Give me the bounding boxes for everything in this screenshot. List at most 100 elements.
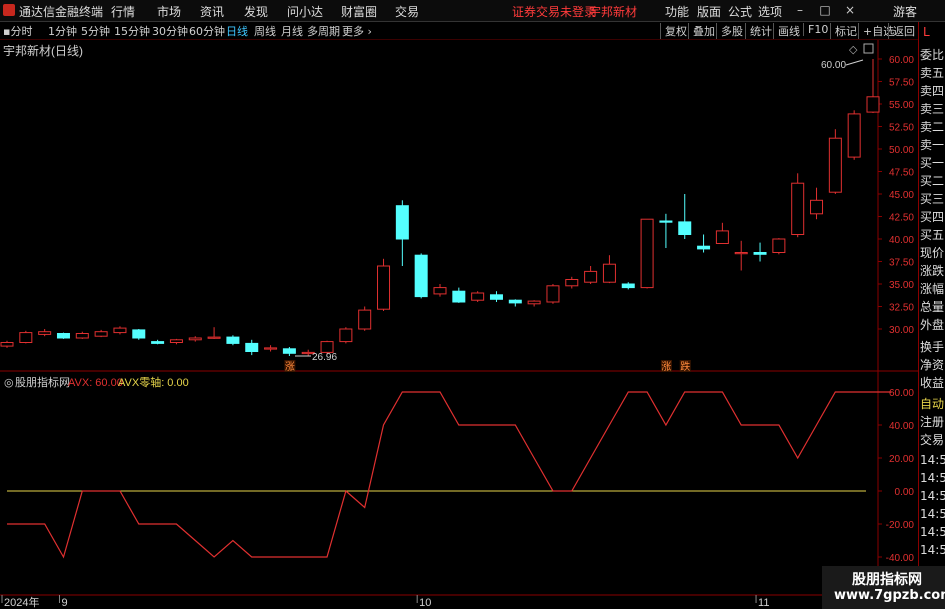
candle	[169, 339, 183, 343]
guest-label[interactable]: 游客	[893, 3, 917, 20]
period-5min[interactable]: 5分钟	[81, 23, 110, 39]
panel-auto[interactable]: 自动	[920, 396, 945, 413]
period-multi[interactable]: 多周期	[307, 23, 340, 39]
panel-trade[interactable]: 交易	[920, 432, 945, 449]
period-daily[interactable]: 日线	[226, 23, 248, 39]
panel-time-4: 14:56	[920, 507, 945, 521]
indicator-name[interactable]: 股朋指标网	[15, 375, 70, 389]
candle	[810, 199, 824, 215]
menu-gongshi[interactable]: 公式	[728, 3, 752, 20]
panel-register[interactable]: 注册	[920, 414, 945, 431]
tool-diejia[interactable]: 叠加	[688, 23, 715, 39]
kline-chart[interactable]: 宇邦新材(日线) ◇ 60.00 57.50 55.00 52.50 50.00 47.5…	[0, 40, 918, 609]
candle	[56, 333, 70, 339]
menu-shichang[interactable]: 市场	[157, 3, 181, 20]
candle	[94, 331, 108, 337]
tool-biaoji[interactable]: 标记	[830, 23, 857, 39]
panel-zhangfu: 涨幅	[920, 282, 945, 296]
avx-line	[7, 391, 892, 559]
menu-banmian[interactable]: 版面	[697, 3, 721, 20]
candles	[0, 59, 880, 357]
menu-wenxiaoda[interactable]: 问小达	[287, 3, 323, 20]
candle	[151, 341, 165, 344]
panel-jingzi: 净资	[920, 358, 945, 372]
candle	[414, 254, 428, 298]
app-title: 通达信金融终端	[19, 5, 104, 19]
chart-frame	[0, 40, 918, 596]
indicator-tick-label: 40.00	[889, 421, 914, 432]
candle	[546, 285, 560, 303]
close-icon[interactable]: ×	[841, 2, 859, 18]
tool-f10[interactable]: F10	[803, 23, 828, 36]
candle	[772, 238, 786, 253]
price-tick-label: 52.50	[889, 123, 914, 134]
indicator-tick-label: 0.00	[895, 487, 915, 498]
panel-buy5: 买五	[920, 228, 945, 242]
candle	[226, 336, 240, 344]
menu-xuanxiang[interactable]: 选项	[758, 3, 782, 20]
date-axis: 2024年 9 10 11	[1, 595, 769, 609]
panel-mai1: 卖一	[920, 138, 945, 152]
tool-fuquan[interactable]: 复权	[660, 23, 687, 39]
period-30min[interactable]: 30分钟	[152, 23, 188, 39]
candle	[791, 182, 805, 235]
period-monthly[interactable]: 月线	[281, 23, 303, 39]
minimize-icon[interactable]: –	[791, 2, 809, 18]
price-tick-label: 37.50	[889, 258, 914, 269]
panel-zongliang: 总量	[920, 300, 945, 314]
period-1min[interactable]: 1分钟	[48, 23, 77, 39]
indicator-lines	[7, 391, 892, 559]
candle	[697, 245, 711, 250]
candle	[0, 342, 14, 347]
candle	[339, 328, 353, 343]
signal-marker: 涨	[661, 361, 671, 373]
panel-time-1: 14:56	[920, 453, 945, 467]
date-tick-label: 11	[758, 597, 769, 609]
candle	[715, 230, 729, 244]
menu-hangqing[interactable]: 行情	[111, 3, 135, 20]
panel-huanshou: 换手	[920, 340, 945, 354]
indicator-settings-icon[interactable]: ◎	[4, 376, 14, 389]
candle	[734, 252, 748, 255]
maximize-icon[interactable]: □	[816, 2, 834, 18]
panel-shouyi: 收益	[920, 376, 945, 390]
panel-top-letter: L	[923, 25, 930, 39]
diamond-icon[interactable]: ◇	[849, 43, 858, 56]
panel-buy1: 买一	[920, 156, 945, 170]
price-tick-label: 57.50	[889, 78, 914, 89]
menu-jiaoyi[interactable]: 交易	[395, 3, 419, 20]
panel-toggle-icon[interactable]	[863, 43, 874, 54]
watermark-line2: www.7gpzb.com	[834, 588, 945, 603]
panel-mai2: 卖二	[920, 120, 945, 134]
menu-gongneng[interactable]: 功能	[665, 3, 689, 20]
candle	[828, 137, 842, 193]
login-status[interactable]: 证券交易未登录	[512, 3, 596, 20]
panel-buy4: 买四	[920, 210, 945, 224]
period-15min[interactable]: 15分钟	[114, 23, 150, 39]
menu-zixun[interactable]: 资讯	[200, 3, 224, 20]
period-fenshi-label: 分时	[10, 25, 33, 38]
menu-faxian[interactable]: 发现	[244, 3, 268, 20]
candle	[38, 331, 52, 335]
price-tick-label: 40.00	[889, 235, 914, 246]
period-more[interactable]: 更多 ›	[342, 23, 372, 39]
menu-caifuquan[interactable]: 财富圈	[341, 3, 377, 20]
period-weekly[interactable]: 周线	[254, 23, 276, 39]
period-fenshi[interactable]: ▪分时	[3, 23, 32, 39]
tool-fanhui[interactable]: 返回	[888, 23, 915, 39]
indicator-tick-label: -20.00	[886, 520, 915, 531]
extreme-labels: 60.00 26.96	[295, 59, 864, 363]
price-tick-label: 30.00	[889, 325, 914, 336]
tool-tongji[interactable]: 统计	[745, 23, 772, 39]
tool-huaxian[interactable]: 画线	[773, 23, 800, 39]
title-bar: 通达信金融终端 行情 市场 资讯 发现 问小达 财富圈 交易 证券交易未登录 宇…	[0, 0, 945, 22]
candle	[584, 270, 598, 283]
tool-duogu[interactable]: 多股	[716, 23, 743, 39]
candle	[377, 265, 391, 310]
candle	[753, 252, 767, 255]
date-tick-label: 9	[61, 597, 67, 609]
date-tick-label: 10	[419, 597, 431, 609]
period-60min[interactable]: 60分钟	[189, 23, 225, 39]
date-tick-label: 2024年	[4, 595, 39, 609]
candle	[245, 342, 259, 352]
